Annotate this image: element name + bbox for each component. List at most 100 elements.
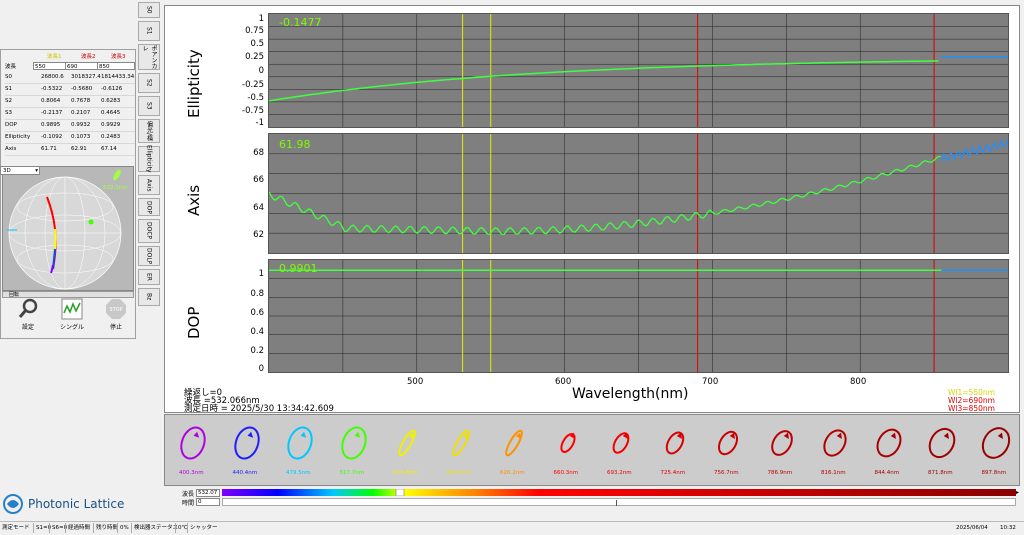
x-tick: 800 xyxy=(850,377,867,387)
wavelength-field[interactable]: 532.07 xyxy=(196,489,220,497)
ellipse-label: 554.8nm xyxy=(393,470,418,476)
ellipse-label: 400.3nm xyxy=(179,470,204,476)
axis-ytick: 62 xyxy=(253,230,264,240)
status-date: 2025/06/04 xyxy=(956,525,988,531)
ellipse-label: 756.7nm xyxy=(714,470,739,476)
status-item: 検出器ステータス xyxy=(134,525,179,531)
axis-series xyxy=(268,155,941,236)
datetime-info: 測定日時 = 2025/5/30 13:34:42.609 xyxy=(184,404,334,414)
ellipticity-ytick: 1 xyxy=(258,14,264,24)
ellipticity-ytick: -0.75 xyxy=(242,106,264,116)
status-item: 0% xyxy=(120,525,129,531)
time-slider-marker xyxy=(616,500,617,506)
ellipticity-plot[interactable] xyxy=(268,13,1009,128)
status-item: 測定モード xyxy=(2,525,30,531)
axis-ytick: 66 xyxy=(253,175,264,185)
ellipticity-ytick: 0.25 xyxy=(245,52,264,62)
status-separator xyxy=(131,523,132,533)
polarization-ellipse xyxy=(717,430,739,456)
status-separator xyxy=(175,523,176,533)
dop-plot[interactable] xyxy=(268,259,1009,373)
ellipse-label: 816.1nm xyxy=(821,470,846,476)
polarization-ellipse xyxy=(612,432,630,454)
ellipse-label: 440.4nm xyxy=(232,470,258,476)
status-item: シャッター xyxy=(190,525,218,531)
status-separator xyxy=(93,523,94,533)
polarization-ellipse xyxy=(981,427,1010,459)
ellipse-label: 786.9nm xyxy=(767,470,793,476)
company-logo: Photonic Lattice xyxy=(2,493,162,515)
x-axis-label: Wavelength(nm) xyxy=(572,386,689,402)
dop-ytick: 0 xyxy=(258,364,264,374)
status-separator xyxy=(117,523,118,533)
ellipse-label: 660.3nm xyxy=(553,470,579,476)
ellipticity-series xyxy=(268,60,939,102)
polarization-ellipse xyxy=(340,426,367,460)
axis-plot[interactable] xyxy=(268,133,1009,254)
scroll-right-icon[interactable]: ▸ xyxy=(1016,489,1023,497)
ellipticity-chart xyxy=(268,14,1008,127)
polarization-ellipse xyxy=(559,432,576,454)
polarization-ellipse xyxy=(398,429,416,457)
ellipse-label: 693.2nm xyxy=(607,470,632,476)
ellipse-label: 591.0nm xyxy=(446,470,472,476)
status-separator xyxy=(33,523,34,533)
status-time: 10:32 xyxy=(1000,525,1016,531)
logo-text: Photonic Lattice xyxy=(28,497,125,511)
x-tick: 600 xyxy=(555,377,572,387)
logo-mark-icon xyxy=(3,494,23,514)
ellipticity-ytick: 0.75 xyxy=(245,26,264,36)
axis-ytick: 68 xyxy=(253,148,264,158)
polarization-ellipse-strip: 400.3nm 440.4nm 479.5nm 517.7nm 554.8nm 591.0… xyxy=(164,414,1020,486)
status-item: 経過時間 xyxy=(68,525,91,531)
axis-series-tail xyxy=(940,138,1009,163)
polarization-ellipse xyxy=(928,427,956,459)
status-separator xyxy=(65,523,66,533)
bottom-wavelength-label: 波長 xyxy=(182,491,195,498)
dop-ytick: 1 xyxy=(258,269,264,279)
axis-chart xyxy=(268,134,1009,253)
polarization-ellipse xyxy=(180,426,206,460)
ellipse-label: 844.4nm xyxy=(874,470,900,476)
x-tick: 700 xyxy=(702,377,719,387)
axis-ytick: 64 xyxy=(253,203,264,213)
polarization-ellipse xyxy=(770,430,793,456)
wavelength-spectrum-slider[interactable] xyxy=(222,488,1016,497)
status-bar: 測定モード S1=0 S6=0 経過時間 残り時間 0% 検出器ステータス 0℃ シャッター 2… xyxy=(0,521,1024,535)
wl3-legend: Wl3=850nm xyxy=(948,404,995,413)
axis-value: 61.98 xyxy=(279,138,311,151)
ellipse-label: 871.8nm xyxy=(928,470,953,476)
polarization-ellipse xyxy=(451,429,470,457)
ellipticity-value: -0.1477 xyxy=(279,16,322,29)
time-field[interactable]: 0 xyxy=(196,498,220,506)
ellipse-label: 626.2nm xyxy=(500,470,525,476)
ellipticity-ytick: 0.5 xyxy=(250,39,264,49)
ellipticity-ytick: -0.5 xyxy=(247,93,264,103)
x-tick: 500 xyxy=(407,377,424,387)
ellipse-label: 517.7nm xyxy=(339,470,365,476)
ellipse-label: 479.5nm xyxy=(286,470,311,476)
ellipticity-ytick: -0.25 xyxy=(242,80,264,90)
plots-layer: -0.1477 61.98 0.9901 1 0.75 0.5 0.25 0 -0.25 -… xyxy=(0,0,1024,413)
bottom-time-label: 時間 xyxy=(182,500,195,507)
status-item: 残り時間 xyxy=(96,525,119,531)
polarization-ellipse xyxy=(876,428,901,458)
polarization-ellipse xyxy=(505,429,523,457)
status-separator xyxy=(49,523,50,533)
ellipse-label: 897.8nm xyxy=(981,470,1007,476)
ellipse-label: 725.4nm xyxy=(660,470,686,476)
ellipticity-ytick: -1 xyxy=(255,118,264,128)
ellipticity-ytick: 0 xyxy=(258,66,264,76)
dop-ytick: 0.6 xyxy=(250,308,264,318)
polarization-ellipse xyxy=(665,431,684,455)
wavelength-slider-thumb[interactable] xyxy=(395,488,405,497)
time-slider[interactable] xyxy=(222,498,1016,506)
polarization-ellipse xyxy=(823,429,847,457)
status-separator xyxy=(187,523,188,533)
dop-ytick: 0.2 xyxy=(250,346,264,356)
polarization-ellipse xyxy=(233,426,260,460)
dop-ytick: 0.8 xyxy=(250,289,264,299)
polarization-ellipse xyxy=(287,426,313,460)
dop-chart xyxy=(269,260,1008,372)
dop-ytick: 0.4 xyxy=(250,327,264,337)
